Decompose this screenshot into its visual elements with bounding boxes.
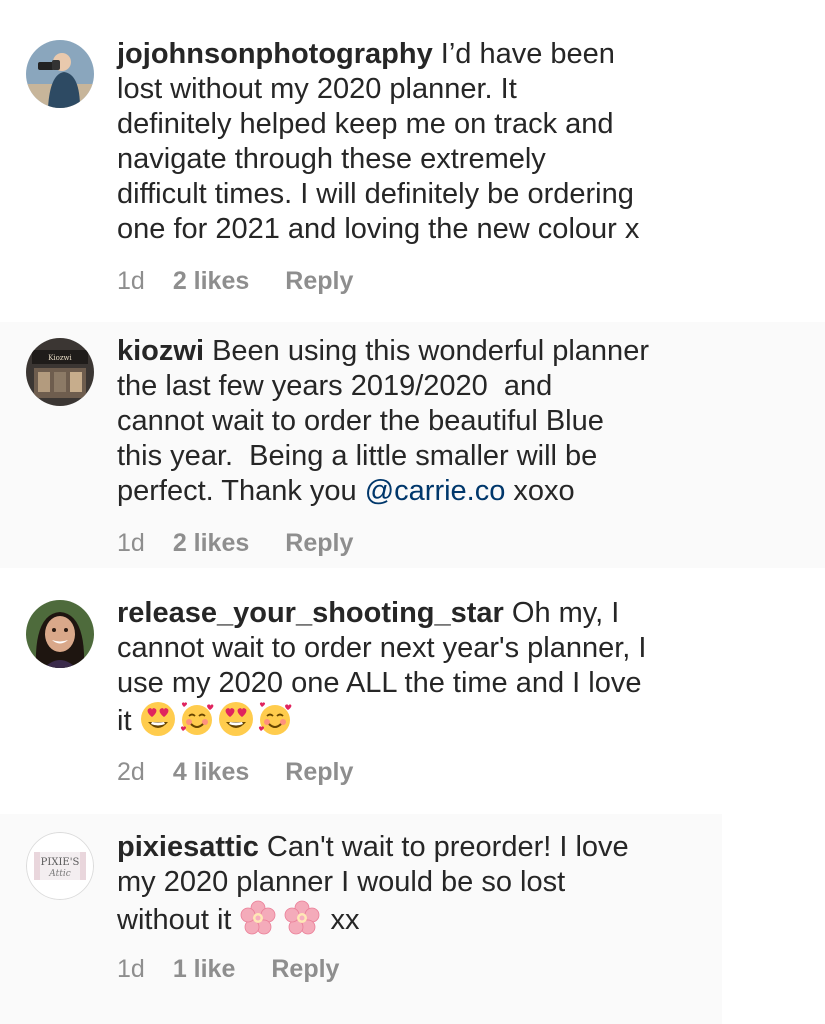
- svg-text:PIXIE'S: PIXIE'S: [41, 857, 80, 868]
- shop-front-avatar-icon[interactable]: Kiozwi: [26, 338, 94, 406]
- comment-line: difficult times. I will definitely be or…: [117, 178, 634, 210]
- svg-text:Attic: Attic: [48, 869, 71, 879]
- comment-body-end: xx: [322, 904, 360, 936]
- comment-time: 2d: [117, 758, 145, 786]
- smiling-face-with-hearts-emoji-icon: [179, 701, 215, 737]
- comment-line: navigate through these extremely: [117, 143, 546, 175]
- comment-line: I’d have been: [440, 38, 615, 70]
- comment-item: jojohnsonphotography I’d have been lost …: [0, 0, 825, 322]
- comment-item: PIXIE'S Attic pixiesattic Can't wait to …: [0, 814, 722, 1024]
- heart-eyes-emoji-icon: [218, 701, 254, 737]
- cherry-blossom-emoji-icon: [240, 900, 276, 936]
- comment-line: definitely helped keep me on track and: [117, 108, 614, 140]
- comment-text: release_your_shooting_star Oh my, I cann…: [117, 596, 717, 739]
- comment-text: jojohnsonphotography I’d have been lost …: [117, 37, 717, 247]
- comment-username[interactable]: release_your_shooting_star: [117, 597, 504, 629]
- comment-meta: 2d 4 likes Reply: [117, 758, 353, 787]
- comment-username[interactable]: jojohnsonphotography: [117, 38, 433, 70]
- reply-button[interactable]: Reply: [285, 267, 353, 296]
- comment-line: lost without my 2020 planner. It: [117, 73, 517, 105]
- comment-username[interactable]: pixiesattic: [117, 831, 259, 863]
- comment-item: Kiozwi kiozwi Been using this wonderful …: [0, 322, 825, 568]
- likes-button[interactable]: 2 likes: [173, 267, 249, 296]
- likes-button[interactable]: 2 likes: [173, 529, 249, 558]
- likes-button[interactable]: 4 likes: [173, 758, 249, 787]
- reply-button[interactable]: Reply: [285, 529, 353, 558]
- comment-item: release_your_shooting_star Oh my, I cann…: [0, 568, 825, 814]
- comment-time: 1d: [117, 955, 145, 983]
- photographer-avatar-icon[interactable]: [26, 40, 94, 108]
- comment-text: kiozwi Been using this wonderful planner…: [117, 334, 717, 509]
- likes-button[interactable]: 1 like: [173, 955, 236, 984]
- comment-username[interactable]: kiozwi: [117, 335, 204, 367]
- comment-body-end: xoxo: [505, 475, 575, 507]
- cherry-blossom-emoji-icon: [284, 900, 320, 936]
- mention-link[interactable]: @carrie.co: [365, 475, 506, 507]
- reply-button[interactable]: Reply: [285, 758, 353, 787]
- comment-line: one for 2021 and loving the new colour x: [117, 213, 640, 245]
- comment-meta: 1d 1 like Reply: [117, 955, 339, 984]
- comment-meta: 1d 2 likes Reply: [117, 529, 353, 558]
- smiling-woman-avatar-icon[interactable]: [26, 600, 94, 668]
- comment-time: 1d: [117, 529, 145, 557]
- comment-time: 1d: [117, 267, 145, 295]
- pixies-attic-logo-avatar-icon[interactable]: PIXIE'S Attic: [26, 832, 94, 900]
- heart-eyes-emoji-icon: [140, 701, 176, 737]
- reply-button[interactable]: Reply: [271, 955, 339, 984]
- svg-text:Kiozwi: Kiozwi: [48, 354, 72, 362]
- smiling-face-with-hearts-emoji-icon: [257, 701, 293, 737]
- comment-text: pixiesattic Can't wait to preorder! I lo…: [117, 830, 717, 938]
- comment-meta: 1d 2 likes Reply: [117, 267, 353, 296]
